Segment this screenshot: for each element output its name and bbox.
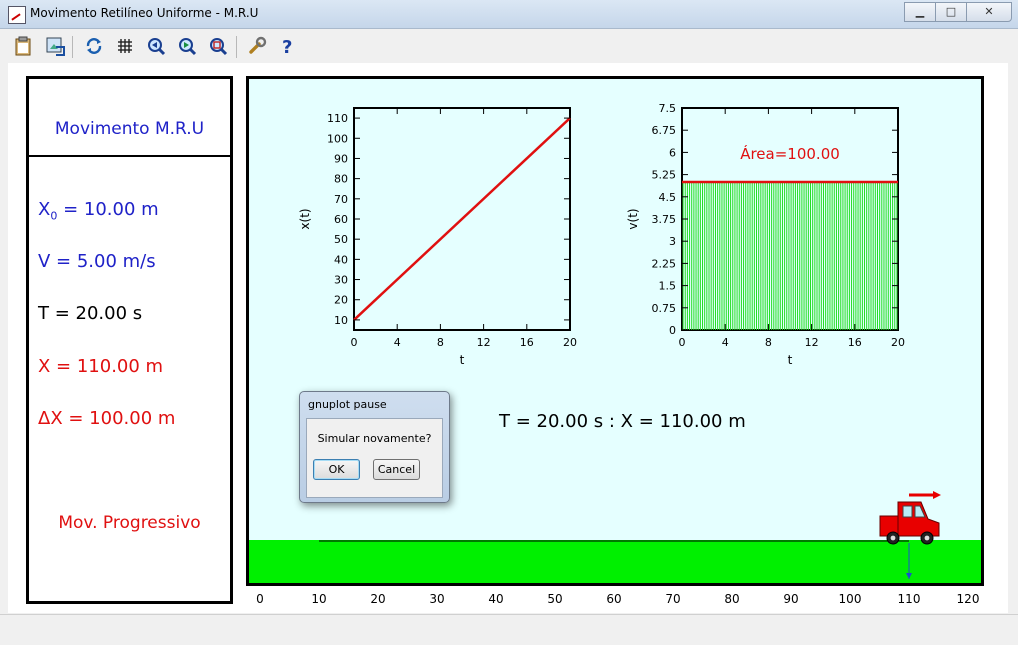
- velocity-text: V = 5.00 m/s: [38, 251, 156, 272]
- zoom-autoscale-icon[interactable]: [207, 35, 229, 57]
- position-tick-label: 100: [839, 592, 862, 606]
- simulation-scene: 0 4 8 12 16 20 10 20 30 40 50 60 70 80 90 100 110 t x(t) 0…: [246, 76, 984, 586]
- car-hubcap: [890, 535, 896, 541]
- replot-icon[interactable]: [83, 35, 105, 57]
- grid-icon[interactable]: [114, 35, 136, 57]
- export-image-icon[interactable]: [44, 35, 66, 57]
- minimize-button[interactable]: ▁: [904, 2, 936, 22]
- displacement-text: ΔX = 100.00 m: [38, 408, 176, 429]
- position-tick-label: 90: [783, 592, 798, 606]
- initial-position-symbol: X: [38, 199, 51, 220]
- title-bar: Movimento Retilíneo Uniforme - M.R.U ▁ □…: [0, 0, 1018, 29]
- position-tick-label: 120: [957, 592, 980, 606]
- toolbar: ?: [0, 30, 1018, 62]
- position-tick-label: 50: [547, 592, 562, 606]
- final-position-text: X = 110.00 m: [38, 356, 164, 377]
- position-axis: 0 10 20 30 40 50 60 70 80 90 100 110 120: [0, 586, 1018, 610]
- maximize-button[interactable]: □: [935, 2, 967, 22]
- position-axis-ticks: 0 10 20 30 40 50 60 70 80 90 100 110 120: [256, 592, 980, 606]
- car-hubcap: [924, 535, 930, 541]
- velocity-arrow-head: [933, 491, 941, 499]
- svg-text:?: ?: [282, 37, 292, 57]
- app-chart-icon: [8, 6, 26, 24]
- cancel-button[interactable]: Cancel: [373, 459, 420, 480]
- zoom-next-icon[interactable]: [176, 35, 198, 57]
- dialog-title: gnuplot pause: [308, 398, 387, 411]
- initial-position-text: X0 = 10.00 m: [38, 199, 159, 223]
- window-controls: ▁ □ ✕: [904, 2, 1012, 22]
- position-tick-label: 20: [370, 592, 385, 606]
- zoom-previous-icon[interactable]: [145, 35, 167, 57]
- toolbar-separator: [236, 36, 237, 58]
- position-tick-label: 80: [724, 592, 739, 606]
- time-text: T = 20.00 s: [38, 303, 143, 324]
- position-tick-label: 110: [898, 592, 921, 606]
- panel-divider: [29, 155, 230, 157]
- status-bar: [0, 614, 1018, 645]
- car-window: [902, 505, 913, 518]
- options-wrench-icon[interactable]: [246, 35, 268, 57]
- position-tick-label: 10: [311, 592, 326, 606]
- movement-type-text: Mov. Progressivo: [58, 513, 201, 533]
- clipboard-icon[interactable]: [12, 35, 34, 57]
- help-icon[interactable]: ?: [277, 35, 299, 58]
- ok-button[interactable]: OK: [313, 459, 360, 480]
- initial-position-value: = 10.00 m: [57, 199, 159, 220]
- panel-title: Movimento M.R.U: [54, 119, 205, 139]
- position-tick-label: 0: [256, 592, 264, 606]
- pause-dialog: gnuplot pause Simular novamente? OK Canc…: [299, 391, 450, 503]
- position-marker-arrow: [906, 573, 912, 579]
- toolbar-separator: [72, 36, 73, 58]
- dialog-message: Simular novamente?: [317, 432, 432, 445]
- car: [879, 491, 941, 545]
- close-button[interactable]: ✕: [966, 2, 1012, 22]
- track-layer: [319, 491, 941, 579]
- position-tick-label: 70: [665, 592, 680, 606]
- position-tick-label: 60: [606, 592, 621, 606]
- dialog-body: Simular novamente? OK Cancel: [306, 418, 443, 498]
- window-title: Movimento Retilíneo Uniforme - M.R.U: [30, 6, 259, 20]
- position-tick-label: 30: [429, 592, 444, 606]
- info-panel: Movimento M.R.U X0 = 10.00 m V = 5.00 m/…: [26, 76, 233, 604]
- position-tick-label: 40: [488, 592, 503, 606]
